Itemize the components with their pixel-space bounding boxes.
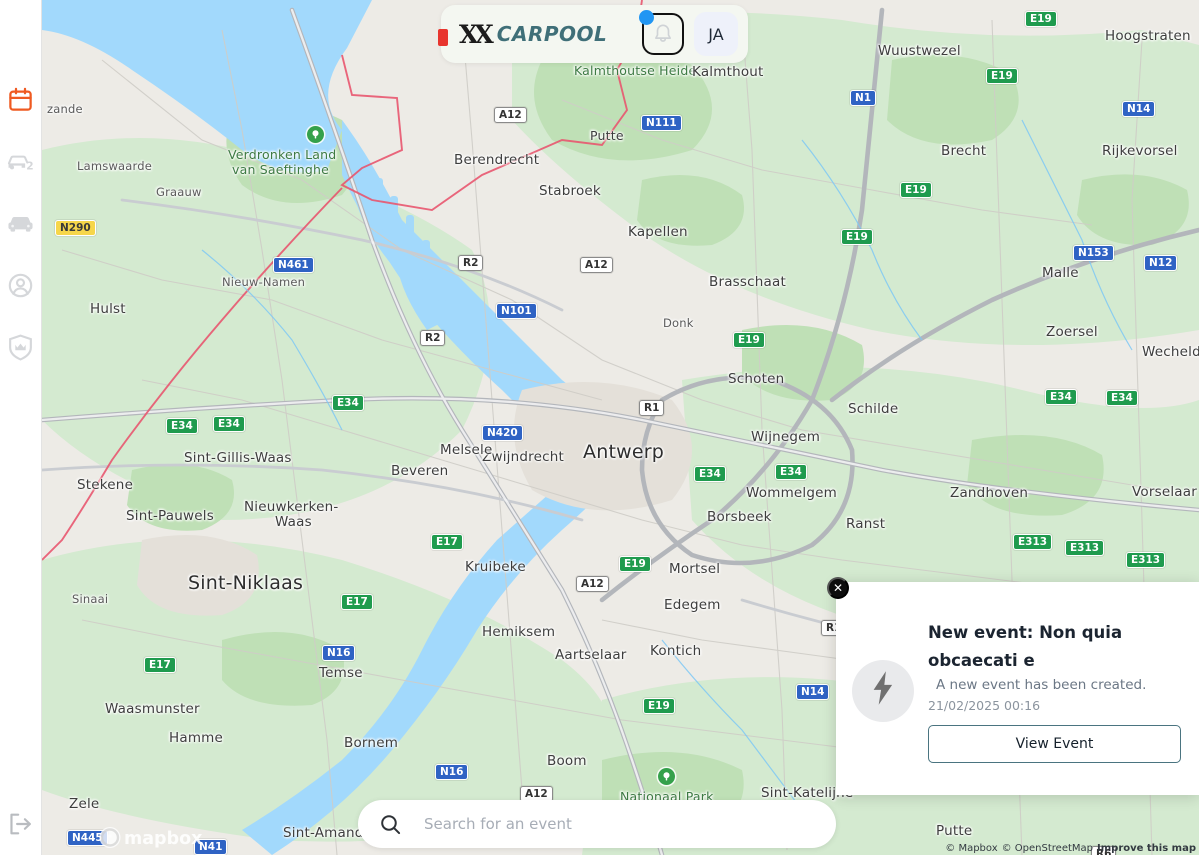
road-shield: E19 [643, 698, 675, 714]
carpool-2plus-icon: 2+ [7, 150, 34, 174]
road-shield: E34 [166, 418, 198, 434]
road-shield: R2 [420, 330, 446, 346]
app-header: XX CARPOOL JA [438, 5, 748, 63]
road-shield: E17 [431, 534, 463, 550]
car-icon [7, 213, 34, 235]
road-shield: E313 [1126, 552, 1166, 568]
road-shield: N111 [641, 115, 682, 131]
road-shield: N16 [322, 645, 356, 661]
road-shield: N420 [482, 425, 523, 441]
app-root: 2+ [0, 0, 1199, 855]
notification-badge-dot [639, 10, 654, 25]
road-shield: E34 [1045, 389, 1077, 405]
road-shield: E313 [1013, 534, 1053, 550]
road-shield: N461 [273, 257, 314, 273]
road-shield: N14 [796, 684, 830, 700]
header-actions: JA [639, 10, 738, 56]
brand-name: CARPOOL [496, 22, 608, 46]
close-icon[interactable]: ✕ [827, 577, 849, 599]
mapbox-logo[interactable]: mapbox [98, 825, 228, 850]
avatar-initials: JA [708, 24, 724, 44]
search-icon [380, 814, 402, 835]
road-shield: E34 [332, 395, 364, 411]
park-poi-marker[interactable] [658, 768, 675, 785]
sidebar-item-profile[interactable] [7, 272, 34, 299]
road-shield: A12 [576, 576, 609, 592]
logout-button[interactable] [8, 810, 35, 837]
attrib-improve[interactable]: Improve this map [1097, 843, 1196, 854]
road-shield: R1 [639, 400, 665, 416]
road-shield: E19 [900, 182, 932, 198]
map-attribution: © Mapbox © OpenStreetMap Improve this ma… [945, 843, 1196, 854]
road-shield: E34 [694, 466, 726, 482]
road-shield: N14 [1122, 101, 1156, 117]
sidebar-nav-list: 2+ [7, 86, 34, 361]
brand-logo[interactable]: XX CARPOOL [459, 20, 607, 49]
notification-subtitle: A new event has been created. [936, 676, 1147, 693]
shield-crown-icon [8, 334, 33, 361]
road-shield: E19 [986, 68, 1018, 84]
road-shield: N16 [435, 764, 469, 780]
sidebar-item-rides[interactable] [7, 210, 34, 237]
road-shield: N12 [1144, 255, 1178, 271]
road-shield: A12 [494, 107, 527, 123]
notifications-button[interactable] [639, 10, 684, 55]
search-input[interactable] [424, 815, 814, 833]
road-shield: N153 [1073, 245, 1114, 261]
sidebar-item-calendar[interactable] [7, 86, 34, 113]
user-avatar[interactable]: JA [694, 12, 738, 56]
view-event-button[interactable]: View Event [928, 724, 1181, 763]
road-shield: E19 [841, 229, 873, 245]
road-shield: E19 [733, 332, 765, 348]
notification-body: New event: Non quia obcaecati e A new ev… [928, 615, 1181, 763]
calendar-icon [7, 86, 34, 113]
sidebar-item-admin[interactable] [7, 334, 34, 361]
road-shield: E19 [1025, 11, 1057, 27]
park-poi-marker[interactable] [307, 126, 324, 143]
road-shield: N101 [496, 303, 537, 319]
logout-icon [8, 812, 34, 836]
lightning-bolt-icon [868, 670, 898, 711]
mapbox-wordmark-icon: mapbox [99, 827, 203, 849]
attrib-mapbox[interactable]: © Mapbox [945, 843, 997, 854]
road-shield: E34 [213, 416, 245, 432]
road-shield: E17 [341, 594, 373, 610]
sidebar-bottom [0, 810, 42, 837]
notification-timestamp: 21/02/2025 00:16 [928, 697, 1041, 713]
bell-icon [652, 22, 674, 47]
notification-toast: ✕ New event: Non quia obcaecati e A new … [827, 577, 1199, 795]
sidebar-item-carpool[interactable]: 2+ [7, 148, 34, 175]
road-shield: A12 [580, 257, 613, 273]
road-shield: E34 [775, 464, 807, 480]
event-search-bar[interactable] [358, 800, 836, 848]
road-shield: E17 [144, 657, 176, 673]
main-sidebar: 2+ [0, 0, 42, 855]
svg-text:2+: 2+ [26, 160, 34, 172]
attrib-osm[interactable]: © OpenStreetMap [1002, 843, 1093, 854]
svg-text:mapbox: mapbox [124, 829, 203, 849]
header-accent-tab [438, 29, 448, 46]
road-shield: E19 [619, 556, 651, 572]
road-shield: N1 [850, 90, 877, 106]
notification-title: New event: Non quia obcaecati e [928, 622, 1123, 670]
notification-icon-wrap [852, 659, 914, 722]
road-shield: E34 [1106, 390, 1138, 406]
user-circle-icon [7, 272, 34, 299]
road-shield: N290 [55, 220, 96, 236]
road-shield: E313 [1065, 540, 1105, 556]
brand-mark: XX [459, 19, 494, 49]
road-shield: R2 [458, 255, 484, 271]
